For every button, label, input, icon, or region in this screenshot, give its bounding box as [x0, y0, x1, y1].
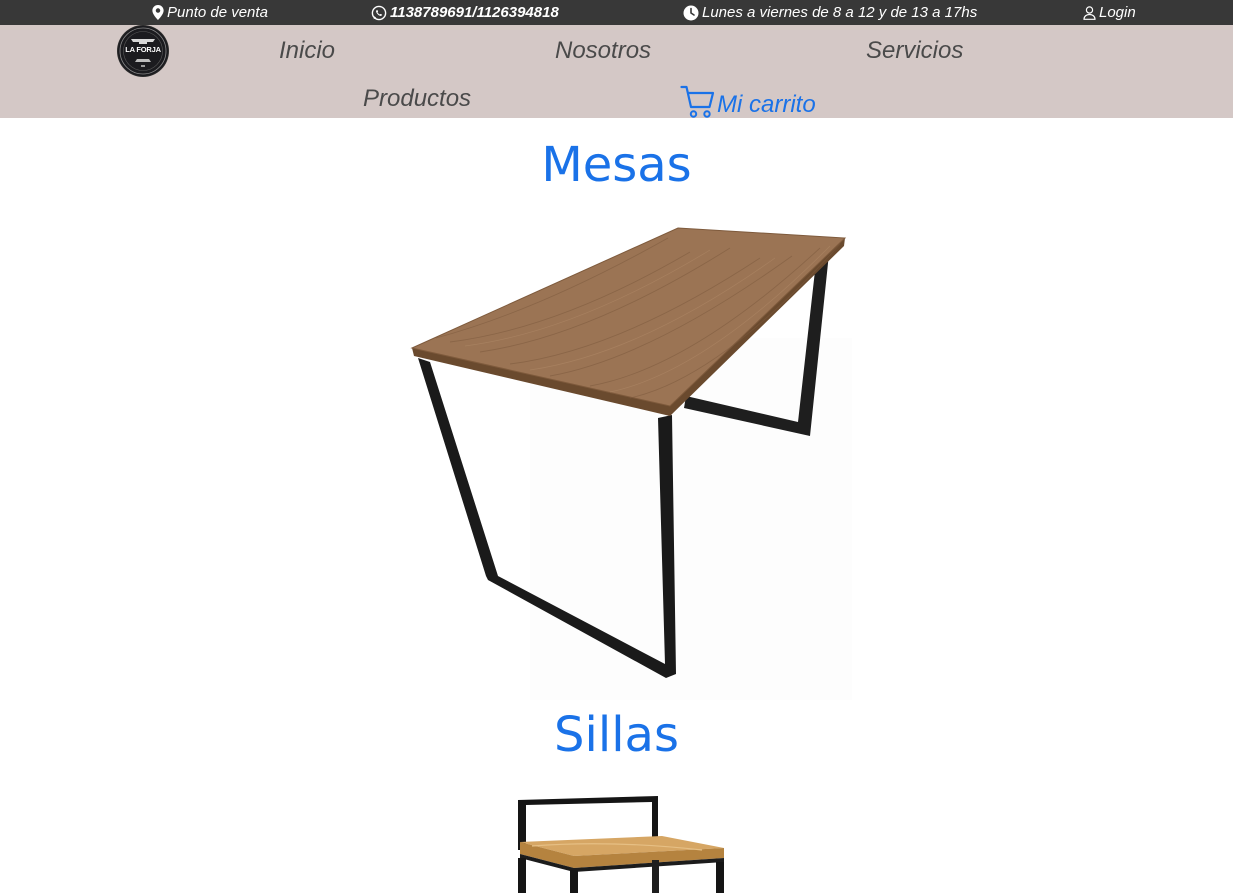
logo-text: LA FORJA [125, 45, 161, 54]
section-title-sillas: Sillas [554, 707, 679, 763]
location-info: Punto de venta [152, 0, 268, 25]
nav-inicio[interactable]: Inicio [279, 39, 335, 63]
brand-logo[interactable]: LA FORJA [118, 26, 168, 76]
nav-productos[interactable]: Productos [363, 87, 471, 111]
whatsapp-icon [371, 5, 387, 21]
nav-nosotros[interactable]: Nosotros [555, 39, 651, 63]
location-text: Punto de venta [167, 4, 268, 21]
login-label: Login [1099, 4, 1136, 21]
section-title-mesas: Mesas [541, 137, 692, 193]
shopping-cart-icon [680, 84, 715, 124]
table-product-image[interactable] [400, 218, 860, 700]
user-icon [1083, 5, 1096, 20]
map-pin-icon [152, 5, 164, 20]
hours-text: Lunes a viernes de 8 a 12 y de 13 a 17hs [702, 4, 978, 21]
phone-info[interactable]: 1138789691/1126394818 [371, 0, 559, 25]
nav-cart[interactable]: Mi carrito [680, 84, 816, 124]
chair-product-image[interactable] [512, 790, 732, 893]
login-link[interactable]: Login [1083, 0, 1136, 25]
clock-icon [683, 5, 699, 21]
hours-info: Lunes a viernes de 8 a 12 y de 13 a 17hs [683, 0, 977, 25]
nav-servicios[interactable]: Servicios [866, 39, 963, 63]
top-info-bar: Punto de venta 1138789691/1126394818 Lun… [0, 0, 1233, 25]
main-navbar: LA FORJA Inicio Nosotros Servicios Produ… [0, 25, 1233, 118]
cart-label: Mi carrito [717, 91, 816, 118]
phone-text: 1138789691/1126394818 [390, 4, 559, 21]
